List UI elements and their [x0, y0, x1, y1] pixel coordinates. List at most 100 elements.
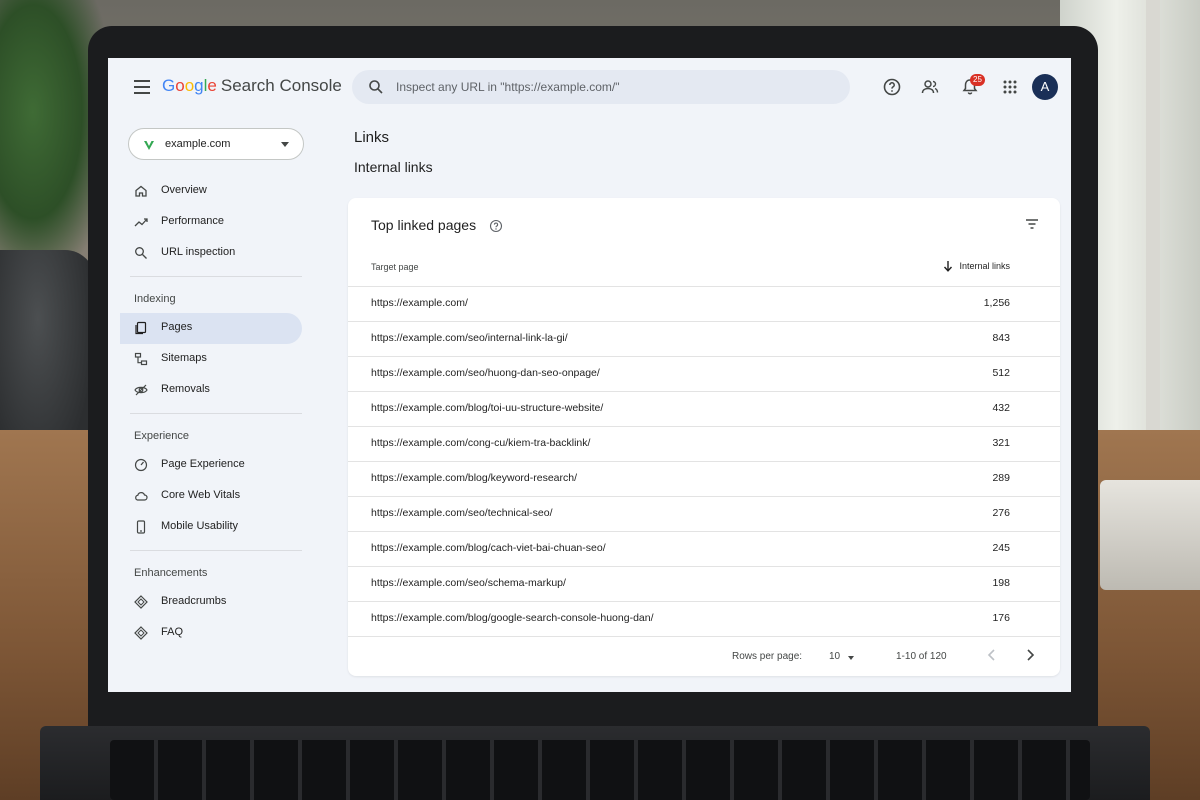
logo-letter: g: [194, 76, 204, 95]
links-table-body: https://example.com/1,256 https://exampl…: [348, 286, 1060, 636]
account-avatar[interactable]: A: [1032, 74, 1058, 100]
phone-icon: [136, 520, 146, 534]
cloud-icon: [135, 492, 148, 501]
table-row[interactable]: https://example.com/blog/keyword-researc…: [348, 461, 1060, 496]
notebook: [1100, 480, 1200, 590]
table-row[interactable]: https://example.com/cong-cu/kiem-tra-bac…: [348, 426, 1060, 461]
sidebar-item-removals[interactable]: Removals: [120, 375, 302, 406]
search-icon: [135, 247, 147, 259]
sidebar-item-label: Pages: [161, 321, 193, 333]
sidebar-item-mobile-usability[interactable]: Mobile Usability: [120, 512, 302, 543]
row-url: https://example.com/seo/schema-markup/: [371, 577, 566, 589]
gauge-icon: [134, 458, 148, 472]
sidebar-item-pages[interactable]: Pages: [120, 313, 302, 344]
section-title: Internal links: [354, 159, 433, 175]
product-name: Search Console: [220, 76, 342, 95]
sidebar-item-label: Mobile Usability: [161, 520, 239, 532]
sidebar-item-breadcrumbs[interactable]: Breadcrumbs: [120, 587, 302, 618]
pages-icon: [135, 321, 147, 335]
sidebar-item-label: Overview: [161, 184, 207, 196]
nav-section-title: Enhancements: [134, 567, 208, 579]
column-header-internal-links[interactable]: Internal links: [943, 260, 1010, 272]
apps-grid-icon[interactable]: [1000, 77, 1020, 97]
row-url: https://example.com/seo/huong-dan-seo-on…: [371, 367, 600, 379]
home-icon: [135, 185, 147, 197]
nav-divider: [130, 276, 302, 277]
page-title: Links: [354, 129, 390, 146]
help-icon[interactable]: [882, 77, 902, 97]
rows-per-page-select[interactable]: 10: [829, 651, 840, 662]
sidebar-item-sitemaps[interactable]: Sitemaps: [120, 344, 302, 375]
row-link-count: 276: [992, 507, 1010, 519]
top-linked-pages-card: Top linked pages Target page Internal li…: [348, 198, 1060, 676]
logo-letter: e: [207, 76, 217, 95]
sidebar-item-label: Page Experience: [161, 458, 245, 470]
table-row[interactable]: https://example.com/seo/schema-markup/19…: [348, 566, 1060, 601]
chevron-left-icon[interactable]: [984, 647, 1000, 663]
app-logo[interactable]: Google Search Console: [162, 76, 342, 96]
sidebar-item-label: Removals: [161, 383, 210, 395]
nav-section-title: Indexing: [134, 293, 176, 305]
nav-section-title: Experience: [134, 430, 190, 442]
table-row[interactable]: https://example.com/seo/internal-link-la…: [348, 321, 1060, 356]
filter-icon[interactable]: [1024, 216, 1040, 232]
app-header: GoogleSearch Console 25: [108, 58, 1071, 116]
table-row[interactable]: https://example.com/blog/google-search-c…: [348, 601, 1060, 636]
browser-screen: GoogleSearch Console 25: [108, 58, 1071, 692]
help-icon[interactable]: [489, 219, 503, 233]
table-row[interactable]: https://example.com/blog/toi-uu-structur…: [348, 391, 1060, 426]
row-link-count: 432: [992, 402, 1010, 414]
table-pagination: Rows per page: 10 1-10 of 120: [348, 636, 1060, 672]
card-title: Top linked pages: [371, 217, 477, 233]
sidebar-item-faq[interactable]: FAQ: [120, 618, 302, 649]
sidebar-item-page-experience[interactable]: Page Experience: [120, 450, 302, 481]
manage-users-icon[interactable]: [920, 77, 940, 97]
sidebar-item-performance[interactable]: Performance: [120, 207, 302, 238]
table-row[interactable]: https://example.com/1,256: [348, 286, 1060, 321]
diamond-icon: [134, 626, 148, 640]
sidebar-item-label: URL inspection: [161, 246, 236, 258]
table-row[interactable]: https://example.com/blog/cach-viet-bai-c…: [348, 531, 1060, 566]
chevron-down-icon[interactable]: [848, 656, 854, 660]
arrow-down-icon: [944, 261, 953, 272]
row-link-count: 289: [992, 472, 1010, 484]
search-input[interactable]: [396, 70, 836, 104]
sidebar-item-label: Performance: [161, 215, 224, 227]
property-selector[interactable]: example.com: [128, 128, 304, 160]
row-link-count: 198: [992, 577, 1010, 589]
property-name: example.com: [165, 138, 231, 150]
logo-letter: o: [175, 76, 185, 95]
sidebar-item-overview[interactable]: Overview: [120, 176, 302, 207]
row-link-count: 176: [992, 612, 1010, 624]
url-inspect-search[interactable]: [352, 70, 850, 104]
row-url: https://example.com/seo/technical-seo/: [371, 507, 553, 519]
rows-per-page-label: Rows per page:: [732, 651, 803, 662]
search-icon: [369, 80, 383, 94]
logo-letter: o: [184, 76, 195, 95]
menu-icon[interactable]: [134, 80, 150, 94]
property-icon: [144, 141, 154, 150]
pagination-range: 1-10 of 120: [896, 651, 947, 662]
sidebar-item-core-web-vitals[interactable]: Core Web Vitals: [120, 481, 302, 512]
visibility-off-icon: [134, 384, 148, 396]
row-link-count: 512: [992, 367, 1010, 379]
sidebar-item-label: Sitemaps: [161, 352, 207, 364]
nav-divider: [130, 550, 302, 551]
sidebar-item-label: Breadcrumbs: [161, 595, 227, 607]
logo-letter: G: [162, 76, 176, 95]
chevron-down-icon: [281, 142, 289, 147]
table-row[interactable]: https://example.com/seo/huong-dan-seo-on…: [348, 356, 1060, 391]
chevron-right-icon[interactable]: [1022, 647, 1038, 663]
row-url: https://example.com/cong-cu/kiem-tra-bac…: [371, 437, 591, 449]
notification-badge: 25: [970, 74, 985, 86]
diamond-icon: [134, 595, 148, 609]
row-url: https://example.com/blog/toi-uu-structur…: [371, 402, 604, 414]
trending-up-icon: [134, 218, 148, 227]
sidebar-nav: Overview Performance URL inspection Inde…: [120, 176, 302, 649]
row-url: https://example.com/seo/internal-link-la…: [371, 332, 568, 344]
column-header-target-page[interactable]: Target page: [371, 262, 419, 272]
sidebar-item-url-inspection[interactable]: URL inspection: [120, 238, 302, 269]
row-link-count: 245: [992, 542, 1010, 554]
row-url: https://example.com/blog/keyword-researc…: [371, 472, 578, 484]
table-row[interactable]: https://example.com/seo/technical-seo/27…: [348, 496, 1060, 531]
